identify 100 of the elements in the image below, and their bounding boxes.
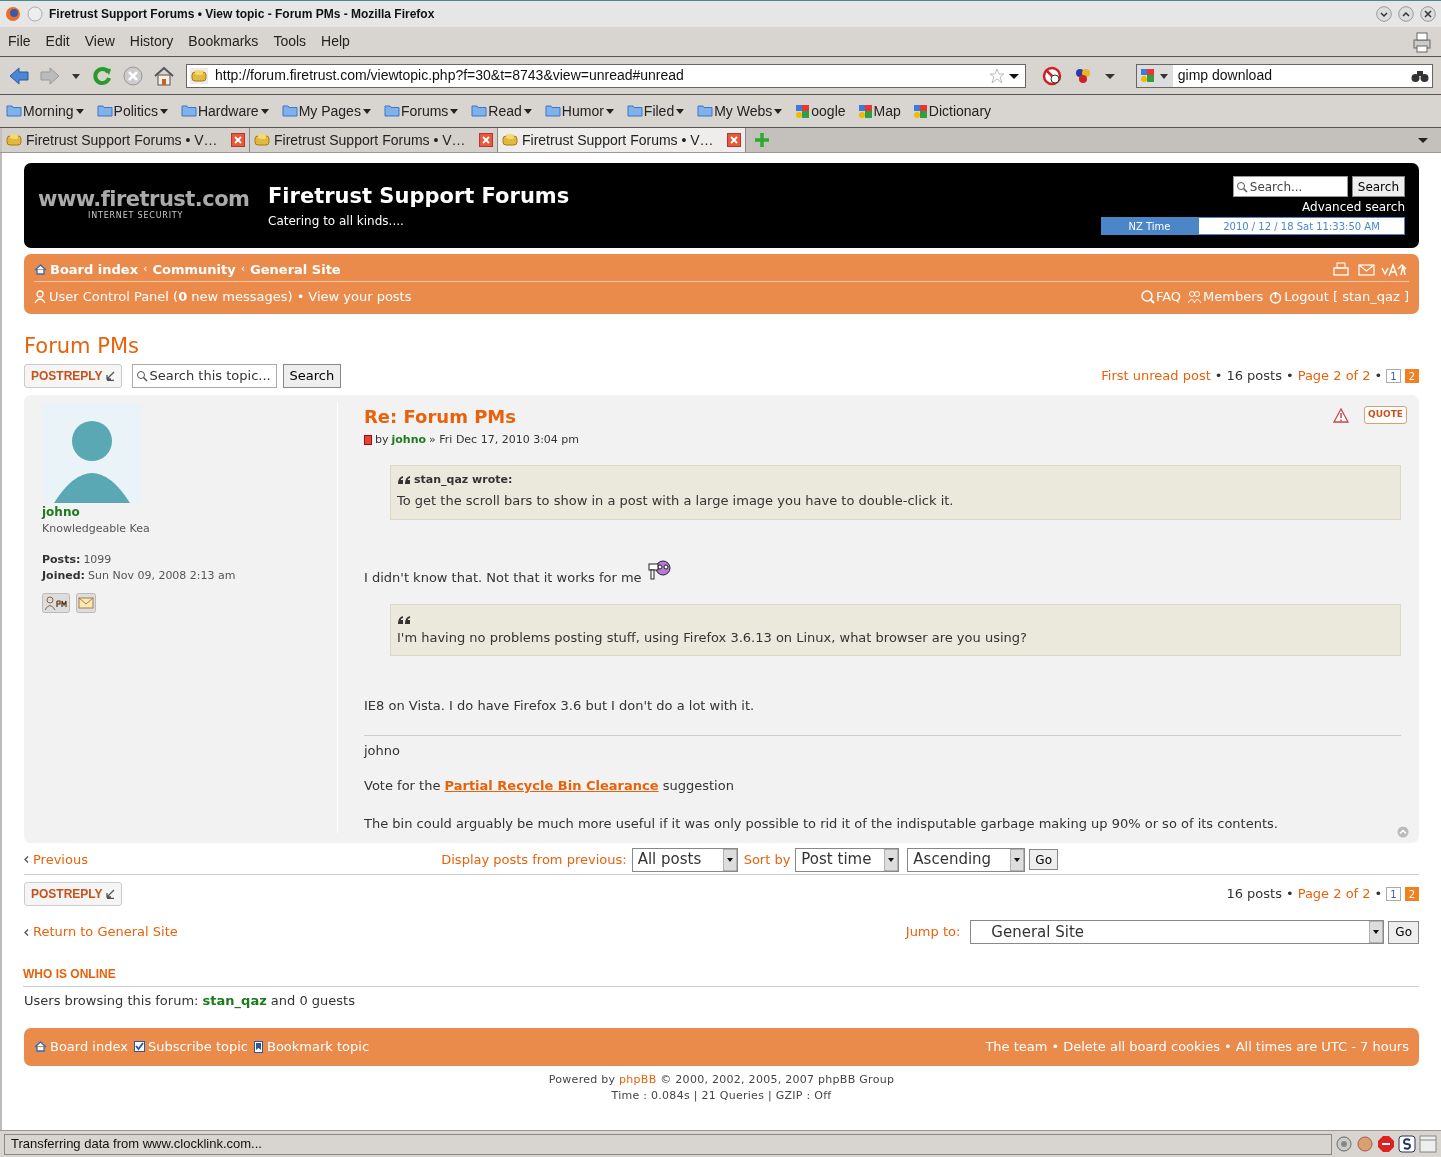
dropdown-icon — [773, 106, 784, 116]
tab-close-button[interactable] — [231, 133, 245, 147]
folder-icon — [96, 103, 113, 119]
quote-text: I'm having no problems posting stuff, using Firefox 3.6.13 on Linux, what browser are you using? — [397, 628, 1028, 647]
dropdown-icon — [158, 106, 169, 116]
search-button[interactable]: Search — [1351, 176, 1405, 197]
address-field[interactable]: http://forum.firetrust.com/viewtopic.php?f=30&t=8743&view=unread#unread — [186, 63, 1026, 88]
bookmark-folder[interactable]: Forums — [383, 100, 460, 122]
browser-tab[interactable]: Firetrust Support Forums • V… — [250, 128, 498, 152]
members-icon — [1187, 290, 1203, 304]
post-text: IE8 on Vista. I do have Firefox 3.6 but I don't do a lot with it. — [364, 697, 756, 715]
blocker-icon[interactable] — [1040, 64, 1063, 87]
menu-item[interactable]: Help — [321, 31, 350, 52]
bookmark-link[interactable]: oogle — [795, 100, 846, 122]
search-icon — [1235, 180, 1248, 193]
home-button[interactable] — [153, 64, 175, 87]
joined-date: Sun Nov 09, 2008 2:13 am — [88, 568, 236, 584]
bookmark-folder[interactable]: Morning — [6, 100, 85, 122]
quote-author: stan_qaz wrote: — [414, 471, 513, 488]
stop-sign-icon[interactable] — [1377, 1135, 1395, 1153]
quote-button[interactable]: QUOTE — [1364, 406, 1407, 424]
breadcrumb-separator: ‹ — [143, 261, 148, 278]
dropdown-icon — [1369, 921, 1384, 943]
menu-item[interactable]: Tools — [273, 31, 307, 52]
power-icon — [1269, 290, 1283, 304]
bookmark-folder[interactable]: My Pages — [281, 100, 372, 122]
dropdown-icon — [522, 106, 533, 116]
browser-tab[interactable]: Firetrust Support Forums • V… — [498, 128, 746, 152]
back-button[interactable] — [8, 65, 30, 86]
bookmark-folder[interactable]: Filed — [626, 100, 686, 122]
user-link[interactable]: stan_qaz — [202, 993, 267, 1008]
menu-item[interactable]: History — [129, 31, 174, 52]
browser-tab[interactable]: Firetrust Support Forums • V… — [2, 128, 250, 152]
bullet: • — [1374, 885, 1383, 904]
menu-item[interactable]: Bookmarks — [188, 31, 259, 52]
binoculars-icon[interactable] — [1411, 68, 1429, 83]
post-reply-button[interactable]: POSTREPLY — [24, 882, 122, 906]
faq-icon — [1140, 290, 1155, 304]
author-link[interactable]: johno — [391, 432, 427, 449]
bookmark-folder[interactable]: Politics — [96, 100, 169, 122]
search-engine-icon[interactable] — [1136, 64, 1173, 87]
folder-icon — [626, 103, 643, 119]
menu-item[interactable]: View — [84, 31, 115, 52]
folder-icon — [383, 103, 400, 119]
topic-search-field[interactable]: Search this topic... — [131, 364, 277, 388]
reply-arrow-icon — [104, 371, 115, 381]
tab-close-button[interactable] — [727, 133, 741, 147]
quotation-mark-icon — [397, 614, 411, 625]
bookmark-folder[interactable]: Hardware — [180, 100, 270, 122]
private-message-button[interactable] — [42, 592, 70, 613]
bookmark-link[interactable]: Dictionary — [912, 100, 992, 122]
display-label: Display posts from previous: — [441, 850, 627, 869]
page-number-link[interactable]: 1 — [1386, 887, 1401, 901]
return-link[interactable]: Return to General Site — [24, 922, 178, 942]
post-reply-button[interactable]: POSTREPLY — [24, 364, 122, 388]
signature-name: johno — [364, 741, 401, 760]
go-button[interactable]: Go — [1029, 849, 1058, 870]
go-button[interactable]: Go — [1388, 920, 1419, 944]
font-size-icon[interactable] — [1381, 261, 1409, 278]
search-button[interactable]: Search — [282, 364, 342, 388]
sort-label: Sort by — [743, 850, 791, 869]
chevron-icon — [24, 928, 29, 936]
tab-close-button[interactable] — [479, 133, 493, 147]
maximize-button[interactable] — [1398, 6, 1414, 22]
range-select[interactable]: All posts — [631, 847, 738, 872]
script-icon[interactable] — [1398, 1135, 1416, 1153]
users-icon — [34, 290, 47, 304]
menu-item[interactable]: File — [8, 31, 31, 52]
header-search-field[interactable]: Search... — [1232, 176, 1348, 197]
stats-text: Time : 0.084s | 21 Queries | GZIP : Off — [611, 1088, 832, 1104]
subscribe-checkbox[interactable] — [133, 1041, 145, 1052]
sort-key-select[interactable]: Post time — [795, 847, 900, 872]
status-text: Transferring data from www.clocklink.com... — [4, 1133, 1332, 1155]
credits-text: Powered by phpBB © 2000, 2002, 2005, 2007 phpBB Group — [548, 1071, 895, 1088]
advanced-search-link[interactable]: Advanced search — [1302, 198, 1405, 216]
user-rank: Knowledgeable Kea — [42, 521, 151, 537]
page-number-link[interactable]: 1 — [1386, 369, 1401, 383]
menu-item[interactable]: Edit — [45, 31, 70, 52]
print-icon[interactable] — [1411, 30, 1433, 53]
post-icon[interactable] — [364, 435, 372, 446]
star-icon[interactable] — [987, 66, 1006, 85]
quote-text: To get the scroll bars to show in a post with a large image you have to double-click it. — [397, 492, 955, 510]
timezone-text: All times are UTC - 7 hours — [1235, 1037, 1409, 1056]
minimize-button[interactable] — [1376, 6, 1392, 22]
stop-button[interactable] — [122, 64, 144, 87]
report-icon[interactable] — [1332, 407, 1351, 425]
bookmark-folder[interactable]: My Webs — [697, 100, 784, 122]
bookmark-folder[interactable]: Humor — [544, 100, 615, 122]
forum-title: Firetrust Support Forums — [268, 182, 571, 210]
jump-label: Jump to: — [905, 923, 961, 942]
jump-select[interactable]: General Site — [970, 920, 1385, 944]
username-link[interactable]: johno — [42, 503, 337, 521]
close-button[interactable] — [1420, 6, 1436, 22]
joined-label: Joined: — [42, 568, 85, 584]
bookmark-folder[interactable]: Read — [471, 100, 533, 122]
search-field[interactable]: gimp download — [1135, 63, 1433, 88]
sort-direction-select[interactable]: Ascending — [907, 847, 1026, 872]
bookmark-link[interactable]: Map — [857, 100, 901, 122]
search-icon — [135, 370, 148, 382]
folder-icon — [6, 103, 22, 119]
